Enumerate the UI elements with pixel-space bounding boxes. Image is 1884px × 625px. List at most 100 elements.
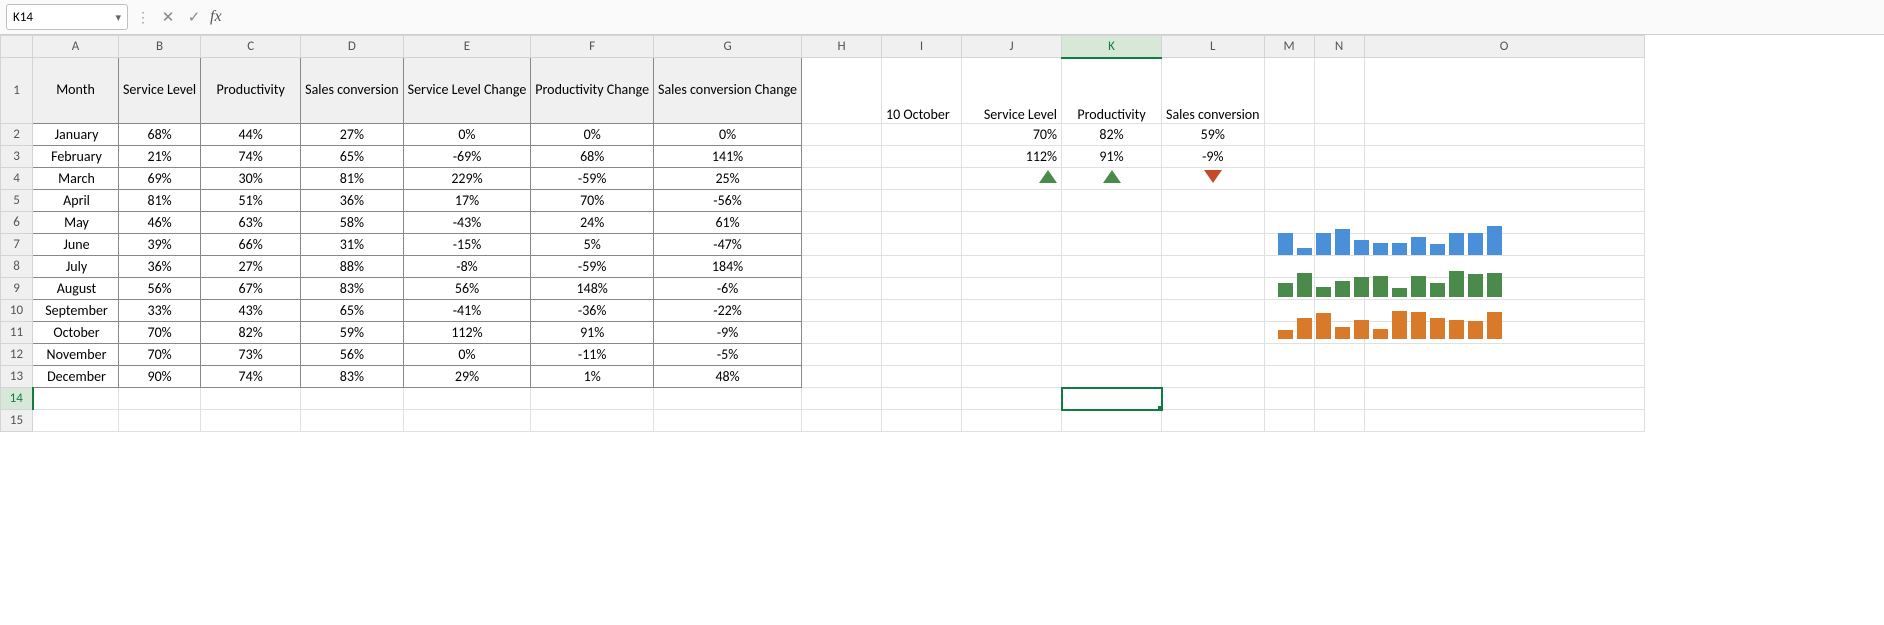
cell-J4[interactable] [962, 168, 1062, 190]
cell-M13[interactable] [1264, 366, 1314, 388]
cell-A14[interactable] [33, 388, 119, 410]
cell-H6[interactable] [802, 212, 882, 234]
cell-J14[interactable] [962, 388, 1062, 410]
cell-L8[interactable] [1162, 256, 1265, 278]
cell-K4[interactable] [1062, 168, 1162, 190]
cell-A10[interactable]: September [33, 300, 119, 322]
select-all-corner[interactable] [1, 36, 33, 58]
cell-J9[interactable] [962, 278, 1062, 300]
col-header-E[interactable]: E [403, 36, 531, 58]
cell-D9[interactable]: 83% [301, 278, 404, 300]
cell-C6[interactable]: 63% [201, 212, 301, 234]
cell-H3[interactable] [802, 146, 882, 168]
cell-F10[interactable]: -36% [531, 300, 654, 322]
col-header-I[interactable]: I [882, 36, 962, 58]
cell-H15[interactable] [802, 410, 882, 432]
col-header-K[interactable]: K [1062, 36, 1162, 58]
cell-G6[interactable]: 61% [654, 212, 802, 234]
cell-L2[interactable]: 59% [1162, 124, 1265, 146]
cell-K6[interactable] [1062, 212, 1162, 234]
cell-I8[interactable] [882, 256, 962, 278]
cell-C10[interactable]: 43% [201, 300, 301, 322]
col-header-F[interactable]: F [531, 36, 654, 58]
cancel-icon[interactable]: ✕ [158, 8, 178, 27]
cell-J6[interactable] [962, 212, 1062, 234]
cell-G15[interactable] [654, 410, 802, 432]
cell-J7[interactable] [962, 234, 1062, 256]
row-header-5[interactable]: 5 [1, 190, 33, 212]
chevron-down-icon[interactable]: ▾ [115, 11, 121, 24]
row-header-9[interactable]: 9 [1, 278, 33, 300]
cell-I9[interactable] [882, 278, 962, 300]
cell-E10[interactable]: -41% [403, 300, 531, 322]
cell-H11[interactable] [802, 322, 882, 344]
cell-F9[interactable]: 148% [531, 278, 654, 300]
cell-C14[interactable] [201, 388, 301, 410]
cell-E6[interactable]: -43% [403, 212, 531, 234]
cell-I2[interactable] [882, 124, 962, 146]
cell-E14[interactable] [403, 388, 531, 410]
cell-M2[interactable] [1264, 124, 1314, 146]
cell-I10[interactable] [882, 300, 962, 322]
cell-C4[interactable]: 30% [201, 168, 301, 190]
cell-B6[interactable]: 46% [119, 212, 201, 234]
cell-J2[interactable]: 70% [962, 124, 1062, 146]
col-header-J[interactable]: J [962, 36, 1062, 58]
cell-E9[interactable]: 56% [403, 278, 531, 300]
cell-F11[interactable]: 91% [531, 322, 654, 344]
cell-N13[interactable] [1314, 366, 1364, 388]
cell-N2[interactable] [1314, 124, 1364, 146]
cell-J12[interactable] [962, 344, 1062, 366]
row-header-12[interactable]: 12 [1, 344, 33, 366]
cell-G4[interactable]: 25% [654, 168, 802, 190]
cell-C5[interactable]: 51% [201, 190, 301, 212]
cell-K8[interactable] [1062, 256, 1162, 278]
row-header-7[interactable]: 7 [1, 234, 33, 256]
cell-M15[interactable] [1264, 410, 1314, 432]
cell-D5[interactable]: 36% [301, 190, 404, 212]
cell-G5[interactable]: -56% [654, 190, 802, 212]
cell-F14[interactable] [531, 388, 654, 410]
cell-G12[interactable]: -5% [654, 344, 802, 366]
cell-M3[interactable] [1264, 146, 1314, 168]
cell-F15[interactable] [531, 410, 654, 432]
cell-C8[interactable]: 27% [201, 256, 301, 278]
row-header-4[interactable]: 4 [1, 168, 33, 190]
col-header-G[interactable]: G [654, 36, 802, 58]
cell-A7[interactable]: June [33, 234, 119, 256]
cell-A11[interactable]: October [33, 322, 119, 344]
cell-C11[interactable]: 82% [201, 322, 301, 344]
cell-K11[interactable] [1062, 322, 1162, 344]
cell-B14[interactable] [119, 388, 201, 410]
cell-B10[interactable]: 33% [119, 300, 201, 322]
cell-D3[interactable]: 65% [301, 146, 404, 168]
cell-B12[interactable]: 70% [119, 344, 201, 366]
cell-D8[interactable]: 88% [301, 256, 404, 278]
cell-O13[interactable] [1364, 366, 1644, 388]
cell-F13[interactable]: 1% [531, 366, 654, 388]
cell-C9[interactable]: 67% [201, 278, 301, 300]
cell-O1[interactable] [1364, 58, 1644, 124]
cell-A13[interactable]: December [33, 366, 119, 388]
cell-A9[interactable]: August [33, 278, 119, 300]
row-header-3[interactable]: 3 [1, 146, 33, 168]
cell-O15[interactable] [1364, 410, 1644, 432]
cell-L12[interactable] [1162, 344, 1265, 366]
cell-L1[interactable]: Sales conversion [1162, 58, 1265, 124]
cell-E15[interactable] [403, 410, 531, 432]
cell-I15[interactable] [882, 410, 962, 432]
cell-F4[interactable]: -59% [531, 168, 654, 190]
cell-O14[interactable] [1364, 388, 1644, 410]
cell-L5[interactable] [1162, 190, 1265, 212]
cell-F12[interactable]: -11% [531, 344, 654, 366]
cell-J5[interactable] [962, 190, 1062, 212]
cell-B1[interactable]: Service Level [119, 58, 201, 124]
cell-C3[interactable]: 74% [201, 146, 301, 168]
cell-O2[interactable] [1364, 124, 1644, 146]
cell-M4[interactable] [1264, 168, 1314, 190]
cell-F6[interactable]: 24% [531, 212, 654, 234]
cell-A15[interactable] [33, 410, 119, 432]
cell-D15[interactable] [301, 410, 404, 432]
row-header-15[interactable]: 15 [1, 410, 33, 432]
col-header-D[interactable]: D [301, 36, 404, 58]
